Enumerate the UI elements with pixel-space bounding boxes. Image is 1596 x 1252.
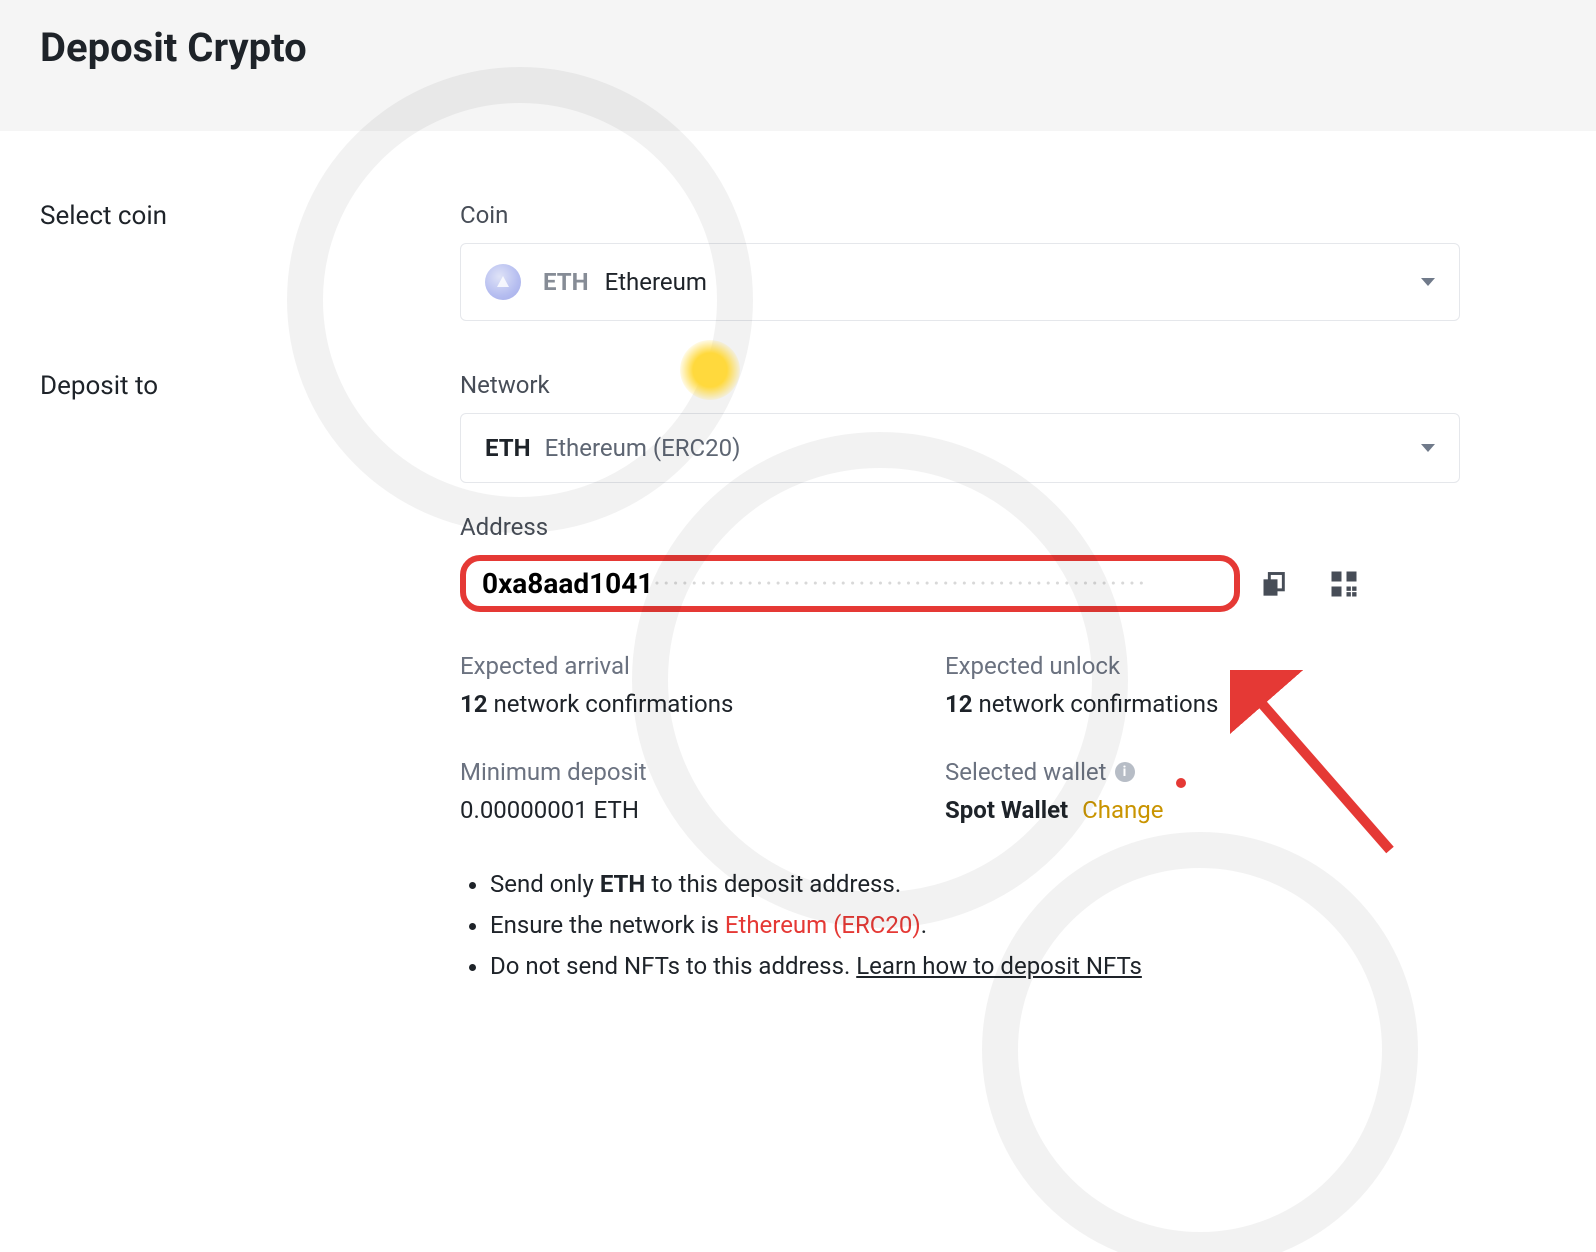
expected-arrival: Expected arrival 12 network confirmation… [460,652,905,718]
coin-symbol: ETH [543,268,589,296]
deposit-to-row: Deposit to Network ETH Ethereum (ERC20) … [40,371,1460,986]
network-select[interactable]: ETH Ethereum (ERC20) [460,413,1460,483]
network-name: Ethereum (ERC20) [545,434,741,462]
network-field-label: Network [460,371,1460,399]
selected-wallet-label: Selected wallet [945,758,1107,786]
note-ensure-network: Ensure the network is Ethereum (ERC20). [490,905,1460,946]
address-field-label: Address [460,513,1460,541]
note-no-nft: Do not send NFTs to this address. Learn … [490,946,1460,987]
expected-arrival-label: Expected arrival [460,652,905,680]
page-header: Deposit Crypto [0,0,1596,131]
expected-unlock-count: 12 [945,690,973,718]
expected-unlock-suffix: network confirmations [979,690,1219,718]
deposit-address[interactable]: 0xa8aad1041·····························… [460,555,1240,612]
note-send-only: Send only ETH to this deposit address. [490,864,1460,905]
deposit-form: Select coin Coin ETH Ethereum Deposit to… [0,131,1500,1076]
expected-arrival-count: 12 [460,690,488,718]
expected-unlock-label: Expected unlock [945,652,1390,680]
coin-field-group: Coin ETH Ethereum [460,201,1460,321]
minimum-deposit-label: Minimum deposit [460,758,905,786]
deposit-details: Expected arrival 12 network confirmation… [460,652,1390,824]
page-title: Deposit Crypto [40,24,1556,71]
copy-address-button[interactable] [1258,568,1290,600]
coin-select[interactable]: ETH Ethereum [460,243,1460,321]
coin-name: Ethereum [605,268,707,296]
network-symbol: ETH [485,434,531,462]
coin-field-label: Coin [460,201,1460,229]
deposit-notes: Send only ETH to this deposit address. E… [460,864,1460,986]
info-icon[interactable]: i [1115,762,1135,782]
select-coin-row: Select coin Coin ETH Ethereum [40,201,1460,321]
expected-unlock: Expected unlock 12 network confirmations [945,652,1390,718]
deposit-to-content: Network ETH Ethereum (ERC20) Address 0xa… [460,371,1460,986]
expected-arrival-suffix: network confirmations [494,690,734,718]
learn-nft-link[interactable]: Learn how to deposit NFTs [856,952,1142,980]
select-coin-label: Select coin [40,201,420,321]
eth-coin-icon [485,264,521,300]
deposit-to-label: Deposit to [40,371,420,986]
minimum-deposit: Minimum deposit 0.00000001 ETH [460,758,905,824]
selected-wallet-value: Spot Wallet [945,796,1068,824]
qr-code-icon [1329,569,1359,599]
chevron-down-icon [1421,444,1435,452]
address-visible-part: 0xa8aad1041 [482,567,653,600]
qr-code-button[interactable] [1328,568,1360,600]
selected-wallet: Selected wallet i Spot Wallet Change [945,758,1390,824]
copy-icon [1260,570,1288,598]
minimum-deposit-value: 0.00000001 ETH [460,796,905,824]
change-wallet-link[interactable]: Change [1082,796,1163,824]
address-hidden-part: ········································… [653,567,1147,600]
chevron-down-icon [1421,278,1435,286]
